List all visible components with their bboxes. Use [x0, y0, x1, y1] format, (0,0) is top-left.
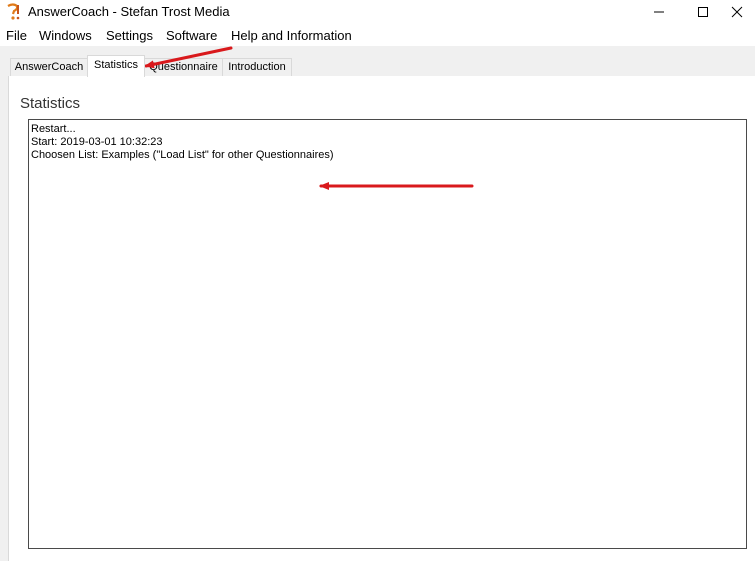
- maximize-icon: [698, 7, 708, 17]
- menu-bar: File Windows Settings Software Help and …: [0, 25, 755, 46]
- close-icon: [731, 6, 743, 18]
- menu-help-and-information[interactable]: Help and Information: [231, 28, 352, 43]
- menu-settings[interactable]: Settings: [106, 28, 153, 43]
- close-button[interactable]: [714, 0, 755, 25]
- log-line: Start: 2019-03-01 10:32:23: [31, 136, 163, 148]
- minimize-button[interactable]: [636, 0, 682, 25]
- log-line: Restart...: [31, 123, 76, 135]
- statistics-log-textarea[interactable]: Restart... Start: 2019-03-01 10:32:23 Choo…: [28, 119, 747, 549]
- answercoach-icon: [7, 3, 20, 20]
- log-line: Choosen List: Examples ("Load List" for …: [31, 149, 334, 161]
- title-bar: AnswerCoach - Stefan Trost Media: [0, 0, 755, 25]
- statistics-heading: Statistics: [20, 95, 81, 112]
- app-window: AnswerCoach - Stefan Trost Media File Wi…: [0, 0, 755, 561]
- menu-file[interactable]: File: [6, 28, 27, 43]
- tab-questionnaire[interactable]: Questionnaire: [144, 58, 223, 76]
- menu-software[interactable]: Software: [166, 28, 217, 43]
- tab-introduction[interactable]: Introduction: [222, 58, 292, 76]
- minimize-icon: [654, 11, 664, 13]
- window-title: AnswerCoach - Stefan Trost Media: [28, 4, 230, 19]
- tab-answercoach[interactable]: AnswerCoach: [10, 58, 88, 76]
- tab-strip: AnswerCoach Statistics Questionnaire Int…: [0, 46, 755, 77]
- menu-windows[interactable]: Windows: [39, 28, 92, 43]
- tab-statistics[interactable]: Statistics: [87, 55, 145, 77]
